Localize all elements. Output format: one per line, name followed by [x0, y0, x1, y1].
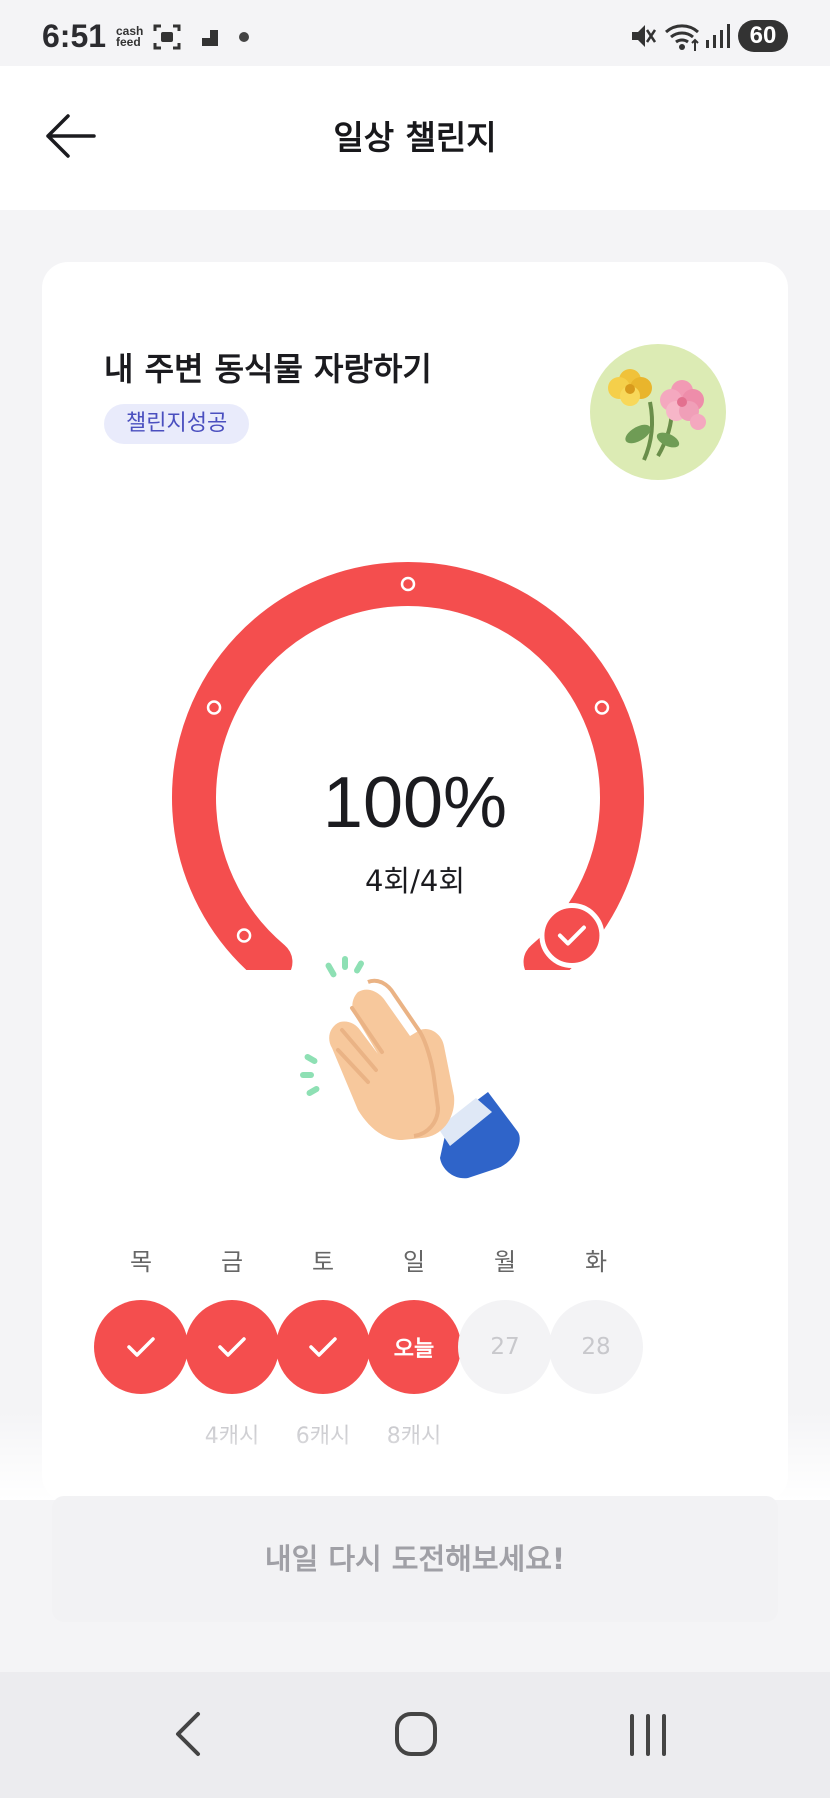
battery-icon: 60 — [738, 20, 788, 52]
status-time: 6:51 — [42, 18, 107, 54]
back-button[interactable] — [44, 112, 100, 160]
challenge-title: 내 주변 동식물 자랑하기 — [104, 350, 432, 388]
system-nav-bar — [0, 1672, 830, 1798]
mute-icon — [632, 25, 656, 47]
day-label: 목 — [129, 1248, 153, 1276]
day-circle: 28 — [549, 1300, 643, 1394]
check-icon — [218, 1337, 246, 1357]
day-label: 일 — [402, 1248, 426, 1276]
screenshot-icon — [153, 24, 181, 50]
signal-icon — [706, 24, 730, 48]
day-circle — [276, 1300, 370, 1394]
day-number: 28 — [581, 1334, 611, 1360]
status-badge: 챌린지성공 — [104, 404, 250, 444]
day-circle: 27 — [458, 1300, 552, 1394]
progress-percent: 100% — [322, 763, 508, 843]
clapping-hands-illustration — [300, 956, 520, 1179]
arrow-left-icon — [46, 114, 96, 158]
dot-icon — [239, 32, 249, 42]
home-nav-button[interactable] — [394, 1708, 438, 1760]
check-icon — [309, 1337, 337, 1357]
check-icon — [127, 1337, 155, 1357]
progress-count: 4회/4회 — [364, 864, 466, 898]
day-circle: 오늘 — [367, 1300, 461, 1394]
recents-nav-button[interactable] — [626, 1708, 670, 1760]
day-label: 토 — [311, 1248, 335, 1276]
cashfeed-icon: cash feed — [116, 24, 144, 49]
wifi-icon — [665, 24, 699, 51]
challenge-card: 내 주변 동식물 자랑하기 챌린지성공 100% 4회/4회 목 금 토 일 오… — [42, 262, 788, 1502]
stairs-icon — [194, 30, 218, 46]
check-icon — [539, 903, 605, 969]
day-label: 화 — [584, 1248, 608, 1276]
retry-tomorrow-button[interactable]: 내일 다시 도전해보세요! — [52, 1496, 778, 1622]
page-title: 일상 챌린지 — [333, 118, 497, 157]
bottom-fade — [0, 1410, 830, 1500]
app-header: 일상 챌린지 — [0, 66, 830, 210]
status-bar: 6:51 cash feed 60 — [0, 0, 830, 66]
back-nav-button[interactable] — [168, 1708, 208, 1760]
day-label: 월 — [493, 1248, 517, 1276]
progress-gauge — [172, 562, 644, 970]
flowers-illustration — [590, 344, 726, 480]
day-circle — [94, 1300, 188, 1394]
today-label: 오늘 — [393, 1337, 435, 1362]
day-circle — [185, 1300, 279, 1394]
day-number: 27 — [490, 1334, 520, 1360]
day-label: 금 — [220, 1248, 244, 1276]
